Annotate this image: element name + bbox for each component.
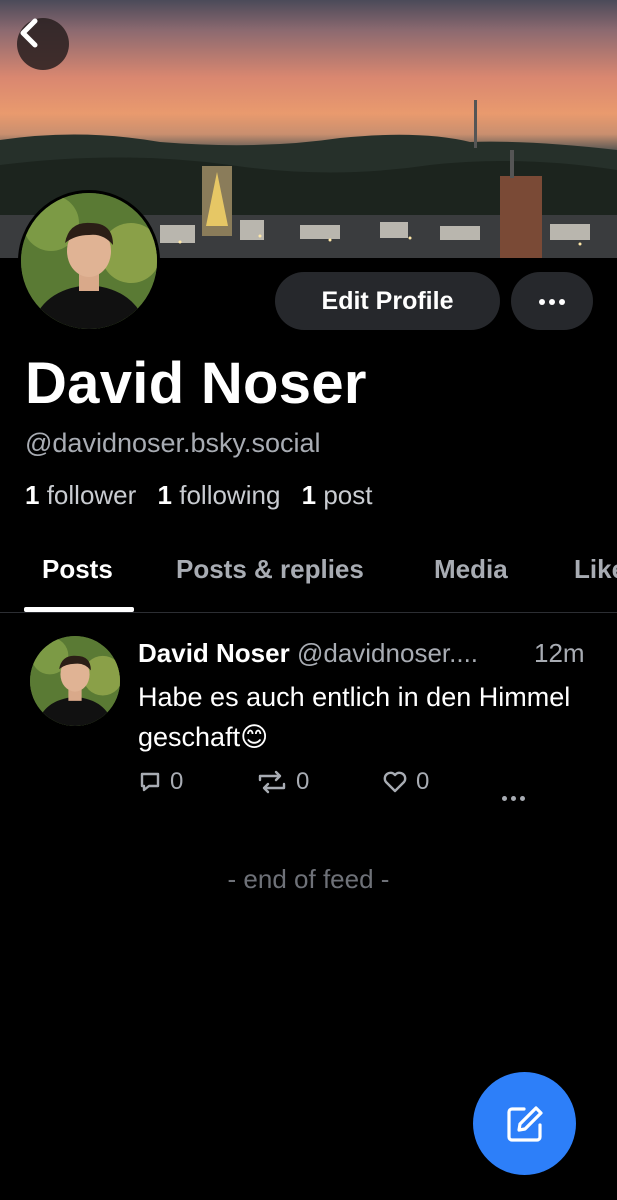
reply-button[interactable]: 0	[138, 768, 183, 796]
avatar[interactable]	[18, 190, 160, 332]
active-tab-indicator	[24, 607, 134, 612]
more-icon	[500, 780, 527, 808]
profile-handle: @davidnoser.bsky.social	[25, 428, 321, 458]
post-actions: 0 0 0	[138, 768, 558, 808]
compose-button[interactable]	[473, 1072, 576, 1175]
avatar-image	[21, 193, 157, 329]
tab-media[interactable]: Media	[434, 554, 508, 585]
post-avatar[interactable]	[30, 636, 120, 726]
more-options-button[interactable]	[511, 272, 593, 330]
end-of-feed: - end of feed -	[227, 864, 390, 894]
back-button[interactable]	[17, 18, 69, 70]
post-avatar-image	[30, 636, 120, 726]
reply-icon	[140, 772, 160, 792]
repost-button[interactable]: 0	[256, 768, 309, 796]
tab-likes[interactable]: Likes	[574, 554, 617, 585]
post-text: Habe es auch entlich in den Himmel gesch…	[138, 682, 571, 752]
like-icon	[383, 771, 407, 793]
like-button[interactable]: 0	[382, 768, 429, 796]
more-icon	[537, 292, 567, 310]
tab-posts[interactable]: Posts	[42, 554, 113, 585]
repost-icon	[258, 770, 286, 794]
post-more-button[interactable]	[500, 780, 527, 808]
followers-link[interactable]: 1 follower	[25, 480, 136, 510]
edit-profile-button[interactable]: Edit Profile	[275, 272, 500, 330]
tab-posts-and-replies[interactable]: Posts & replies	[176, 554, 364, 585]
profile-tabs: Posts Posts & replies Media Likes	[0, 548, 617, 613]
post-handle[interactable]: @davidnoser....	[297, 638, 478, 668]
post-timestamp[interactable]: 12m	[534, 638, 585, 669]
following-link[interactable]: 1 following	[158, 480, 281, 510]
posts-count: 1 post	[301, 480, 373, 510]
post-header: David Noser @davidnoser....	[138, 638, 598, 669]
compose-icon	[506, 1105, 543, 1142]
display-name: David Noser	[25, 351, 367, 416]
post-author[interactable]: David Noser	[138, 638, 290, 668]
back-arrow-icon	[20, 18, 38, 48]
profile-stats: 1 follower 1 following 1 post	[25, 480, 373, 511]
